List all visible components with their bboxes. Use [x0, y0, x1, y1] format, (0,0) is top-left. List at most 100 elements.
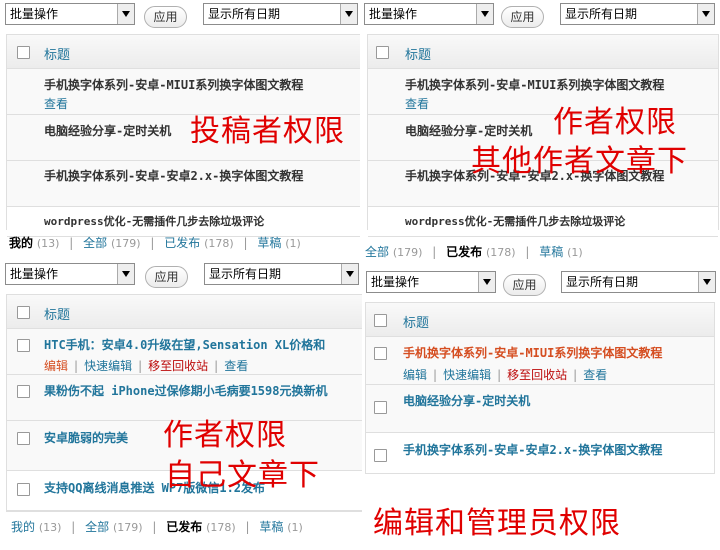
view-link[interactable]: 查看 — [405, 97, 429, 111]
trash-link[interactable]: 移至回收站 — [507, 368, 567, 382]
bulk-action-select[interactable]: 批量操作 — [5, 3, 135, 25]
filter-draft-count: (1) — [287, 521, 303, 534]
row-checkbox[interactable] — [17, 432, 30, 445]
select-all-checkbox[interactable] — [374, 314, 387, 327]
filter-all[interactable]: 全部 — [83, 236, 107, 250]
edit-link[interactable]: 编辑 — [44, 359, 68, 373]
row-checkbox[interactable] — [374, 401, 387, 414]
filter-draft-count: (1) — [567, 246, 583, 259]
post-title-link[interactable]: wordpress优化-无需插件几步去除垃圾评论 — [44, 213, 264, 229]
row-checkbox[interactable] — [374, 449, 387, 462]
separator: | — [245, 520, 250, 534]
row-actions: 编辑 | 快速编辑 | 移至回收站 | 查看 — [44, 357, 248, 374]
filter-all-count: (179) — [110, 237, 141, 250]
panel-contributor: 批量操作 应用 显示所有日期 标题 手机换字体系列-安卓-MIUI系列换字体图文… — [0, 0, 360, 258]
table-row: 手机换字体系列-安卓-安卓2.x-换字体图文教程 — [7, 161, 360, 207]
post-title-link[interactable]: 安卓脆弱的完美 — [44, 429, 128, 446]
role-annotation: 投稿者权限 — [190, 114, 345, 149]
apply-button[interactable]: 应用 — [145, 266, 188, 288]
chevron-down-icon — [476, 4, 493, 24]
edit-link[interactable]: 编辑 — [403, 368, 427, 382]
posts-table: 标题 手机换字体系列-安卓-MIUI系列换字体图文教程 编辑 | 快速编辑 | 移至回收… — [365, 302, 715, 474]
post-title-link[interactable]: 电脑经验分享-定时关机 — [403, 392, 530, 409]
post-title-link[interactable]: 电脑经验分享-定时关机 — [44, 122, 171, 139]
row-checkbox[interactable] — [17, 385, 30, 398]
trash-link[interactable]: 移至回收站 — [148, 359, 208, 373]
table-header: 标题 — [7, 295, 362, 329]
quick-edit-link[interactable]: 快速编辑 — [443, 368, 491, 382]
toolbar: 批量操作 应用 显示所有日期 — [363, 268, 720, 296]
role-annotation: 作者权限 — [163, 418, 287, 453]
toolbar: 批量操作 应用 显示所有日期 — [0, 260, 362, 288]
date-filter-select[interactable]: 显示所有日期 — [561, 271, 716, 293]
filter-published-count: (178) — [204, 237, 234, 250]
view-link[interactable]: 查看 — [224, 359, 248, 373]
panel-author-own: 批量操作 应用 显示所有日期 标题 HTC手机：安卓4.0升级在望,Sensat… — [0, 260, 362, 550]
date-filter-select[interactable]: 显示所有日期 — [203, 3, 358, 25]
apply-button[interactable]: 应用 — [503, 274, 546, 296]
post-title-link[interactable]: 手机换字体系列-安卓-安卓2.x-换字体图文教程 — [403, 441, 662, 458]
status-filter-bar: 全部 (179) | 已发布 (178) | 草稿 (1) — [365, 243, 583, 260]
chevron-down-icon — [117, 4, 134, 24]
date-filter-value: 显示所有日期 — [565, 7, 638, 21]
chevron-down-icon — [340, 4, 357, 24]
apply-button[interactable]: 应用 — [501, 6, 544, 28]
title-column-header[interactable]: 标题 — [44, 304, 70, 323]
toolbar: 批量操作 应用 显示所有日期 — [361, 0, 720, 28]
filter-published[interactable]: 已发布 — [164, 236, 200, 250]
separator: | — [214, 359, 219, 373]
separator: | — [71, 520, 76, 534]
post-title-link[interactable]: HTC手机：安卓4.0升级在望,Sensation XL价格和 — [44, 336, 325, 353]
row-actions: 编辑 | 快速编辑 | 移至回收站 | 查看 — [403, 366, 607, 383]
role-annotation: 作者权限 — [553, 105, 677, 140]
filter-draft[interactable]: 草稿 — [257, 236, 281, 250]
bulk-action-select[interactable]: 批量操作 — [366, 271, 496, 293]
role-annotation: 自己文章下 — [165, 458, 320, 493]
view-link[interactable]: 查看 — [583, 368, 607, 382]
separator: | — [69, 236, 74, 250]
title-column-header[interactable]: 标题 — [405, 44, 431, 63]
bulk-action-select[interactable]: 批量操作 — [5, 263, 135, 285]
select-all-checkbox[interactable] — [17, 306, 30, 319]
row-checkbox[interactable] — [17, 339, 30, 352]
row-actions: 查看 — [44, 95, 68, 112]
filter-mine-count: (13) — [36, 237, 60, 250]
bulk-action-select[interactable]: 批量操作 — [364, 3, 494, 25]
quick-edit-link[interactable]: 快速编辑 — [84, 359, 132, 373]
filter-mine[interactable]: 我的 — [9, 236, 33, 250]
title-column-header[interactable]: 标题 — [44, 44, 70, 63]
status-filter-bar: 我的 (13) | 全部 (179) | 已发布 (178) | 草稿 (1) — [11, 518, 303, 535]
date-filter-value: 显示所有日期 — [566, 275, 639, 289]
post-title-link[interactable]: 手机换字体系列-安卓-MIUI系列换字体图文教程 — [44, 76, 303, 93]
table-row: 手机换字体系列-安卓-MIUI系列换字体图文教程 编辑 | 快速编辑 | 移至回收站 | 查… — [366, 337, 714, 385]
filter-published[interactable]: 已发布 — [166, 520, 202, 534]
title-column-header[interactable]: 标题 — [403, 312, 429, 331]
row-actions: 查看 — [405, 95, 429, 112]
filter-published[interactable]: 已发布 — [446, 245, 482, 259]
role-annotation: 编辑和管理员权限 — [373, 506, 621, 541]
filter-draft[interactable]: 草稿 — [259, 520, 283, 534]
apply-button[interactable]: 应用 — [144, 6, 187, 28]
post-title-link[interactable]: 手机换字体系列-安卓-MIUI系列换字体图文教程 — [403, 344, 662, 361]
filter-mine[interactable]: 我的 — [11, 520, 35, 534]
post-title-link[interactable]: wordpress优化-无需插件几步去除垃圾评论 — [405, 213, 625, 229]
post-title-link[interactable]: 手机换字体系列-安卓-MIUI系列换字体图文教程 — [405, 76, 664, 93]
filter-all-count: (179) — [392, 246, 423, 259]
filter-all[interactable]: 全部 — [365, 245, 389, 259]
select-all-checkbox[interactable] — [17, 46, 30, 59]
table-header: 标题 — [7, 35, 360, 69]
date-filter-select[interactable]: 显示所有日期 — [560, 3, 715, 25]
bulk-action-value: 批量操作 — [10, 7, 59, 21]
row-checkbox[interactable] — [374, 347, 387, 360]
chevron-down-icon — [341, 264, 358, 284]
row-checkbox[interactable] — [17, 483, 30, 496]
view-link[interactable]: 查看 — [44, 97, 68, 111]
chevron-down-icon — [478, 272, 495, 292]
date-filter-select[interactable]: 显示所有日期 — [204, 263, 359, 285]
post-title-link[interactable]: 果粉伤不起 iPhone过保修期小毛病要1598元换新机 — [44, 382, 327, 399]
filter-draft[interactable]: 草稿 — [539, 245, 563, 259]
separator: | — [497, 368, 502, 382]
filter-all[interactable]: 全部 — [85, 520, 109, 534]
post-title-link[interactable]: 手机换字体系列-安卓-安卓2.x-换字体图文教程 — [44, 167, 303, 184]
select-all-checkbox[interactable] — [376, 46, 389, 59]
